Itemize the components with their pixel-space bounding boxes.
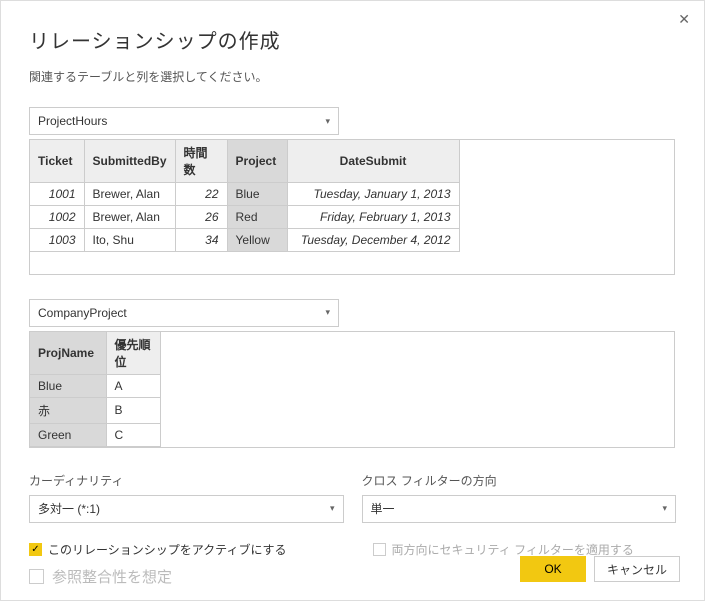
table1-header[interactable]: Ticket <box>30 140 84 183</box>
table-cell: Friday, February 1, 2013 <box>287 206 459 229</box>
table2-header[interactable]: ProjName <box>30 332 106 375</box>
dialog-subtitle: 関連するテーブルと列を選択してください。 <box>29 68 676 85</box>
table-cell: 26 <box>175 206 227 229</box>
table2-preview: ProjName優先順位 BlueA赤BGreenC <box>29 331 675 448</box>
table-cell: Yellow <box>227 229 287 252</box>
table1-preview: TicketSubmittedBy時間数ProjectDateSubmit 10… <box>29 139 675 275</box>
table2-select-value: CompanyProject <box>38 306 127 320</box>
table-row[interactable]: 1003Ito, Shu34YellowTuesday, December 4,… <box>30 229 459 252</box>
table-cell: A <box>106 374 160 397</box>
checkbox-checked-icon: ✓ <box>29 543 42 556</box>
referential-checkbox-row: 参照整合性を想定 <box>29 566 333 587</box>
table-cell: Tuesday, January 1, 2013 <box>287 183 459 206</box>
table1-select-value: ProjectHours <box>38 114 107 128</box>
chevron-down-icon: ▾ <box>330 503 335 514</box>
chevron-down-icon: ▾ <box>662 503 667 514</box>
table-cell: 34 <box>175 229 227 252</box>
table-cell: C <box>106 423 160 446</box>
checkbox-icon <box>29 569 44 584</box>
table-cell: 1002 <box>30 206 84 229</box>
table2-select[interactable]: CompanyProject ▾ <box>29 299 339 327</box>
cardinality-label: カーディナリティ <box>29 472 344 489</box>
table-blank <box>30 252 459 274</box>
table-cell: 1001 <box>30 183 84 206</box>
close-icon[interactable]: ✕ <box>678 11 690 28</box>
active-checkbox-label: このリレーションシップをアクティブにする <box>48 541 287 558</box>
cardinality-select[interactable]: 多対一 (*:1) ▾ <box>29 495 344 523</box>
table-cell: Brewer, Alan <box>84 183 175 206</box>
chevron-down-icon: ▾ <box>325 307 330 318</box>
table-row[interactable]: 赤B <box>30 397 160 423</box>
table1-header[interactable]: SubmittedBy <box>84 140 175 183</box>
table-cell: Blue <box>30 374 106 397</box>
table2-header[interactable]: 優先順位 <box>106 332 160 375</box>
table1-header[interactable]: DateSubmit <box>287 140 459 183</box>
table-cell: Brewer, Alan <box>84 206 175 229</box>
table-cell: 22 <box>175 183 227 206</box>
table-cell: 1003 <box>30 229 84 252</box>
table-cell: Green <box>30 423 106 446</box>
table-cell: Ito, Shu <box>84 229 175 252</box>
table-cell: B <box>106 397 160 423</box>
table-row[interactable]: 1001Brewer, Alan22BlueTuesday, January 1… <box>30 183 459 206</box>
dialog-title: リレーションシップの作成 <box>29 25 676 54</box>
checkbox-icon <box>373 543 386 556</box>
table-row[interactable]: BlueA <box>30 374 160 397</box>
table1-select[interactable]: ProjectHours ▾ <box>29 107 339 135</box>
table1-header[interactable]: Project <box>227 140 287 183</box>
table-cell: 赤 <box>30 397 106 423</box>
table-row[interactable]: GreenC <box>30 423 160 446</box>
table-row[interactable]: 1002Brewer, Alan26RedFriday, February 1,… <box>30 206 459 229</box>
table1-header[interactable]: 時間数 <box>175 140 227 183</box>
bothsecurity-checkbox-row: 両方向にセキュリティ フィルターを適用する <box>373 541 677 558</box>
chevron-down-icon: ▾ <box>325 116 330 127</box>
table-cell: Tuesday, December 4, 2012 <box>287 229 459 252</box>
active-checkbox-row[interactable]: ✓ このリレーションシップをアクティブにする <box>29 541 333 558</box>
cancel-button[interactable]: キャンセル <box>594 556 680 582</box>
cardinality-value: 多対一 (*:1) <box>38 500 100 517</box>
table-cell: Blue <box>227 183 287 206</box>
crossfilter-value: 単一 <box>371 500 395 517</box>
crossfilter-label: クロス フィルターの方向 <box>362 472 677 489</box>
bothsecurity-checkbox-label: 両方向にセキュリティ フィルターを適用する <box>392 541 634 558</box>
referential-checkbox-label: 参照整合性を想定 <box>52 566 172 587</box>
crossfilter-select[interactable]: 単一 ▾ <box>362 495 677 523</box>
ok-button[interactable]: OK <box>520 556 586 582</box>
table-cell: Red <box>227 206 287 229</box>
